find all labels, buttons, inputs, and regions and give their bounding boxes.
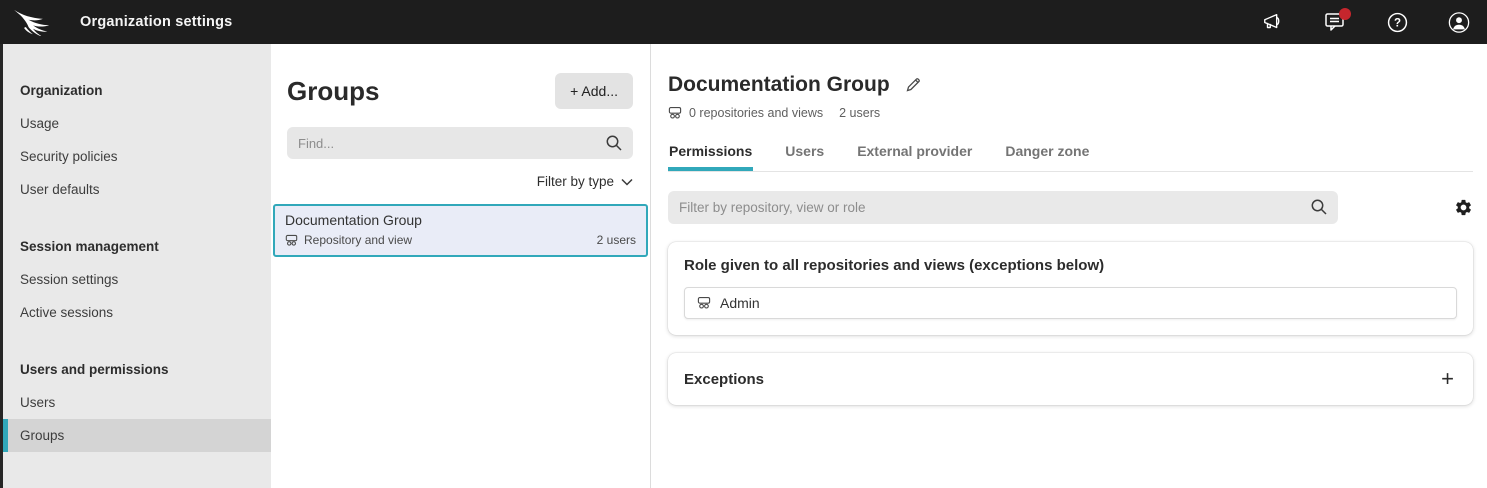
exceptions-card: Exceptions + <box>668 353 1473 405</box>
default-role-card: Role given to all repositories and views… <box>668 242 1473 335</box>
tab-danger-zone[interactable]: Danger zone <box>1004 138 1090 171</box>
notification-dot <box>1339 8 1351 20</box>
search-icon <box>605 134 623 157</box>
filter-by-type-dropdown[interactable]: Filter by type <box>287 174 633 189</box>
group-detail-tabs: Permissions Users External provider Dang… <box>668 138 1473 172</box>
sidebar-section-organization: Organization Usage Security policies Use… <box>3 74 271 206</box>
group-detail-panel: Documentation Group 0 repositories and v… <box>652 44 1487 488</box>
sidebar-item-security-policies[interactable]: Security policies <box>3 140 271 173</box>
tab-permissions[interactable]: Permissions <box>668 138 753 171</box>
repository-and-view-icon <box>285 234 298 247</box>
tab-external-provider[interactable]: External provider <box>856 138 973 171</box>
groups-list-panel: Groups + Add... Filter by type Documenta… <box>271 44 651 488</box>
group-list-item[interactable]: Documentation Group Repository and view … <box>273 204 648 257</box>
edit-group-name-icon[interactable] <box>905 77 921 93</box>
group-search <box>287 127 633 159</box>
group-find-input[interactable] <box>287 127 633 159</box>
groups-panel-title: Groups <box>287 76 379 107</box>
user-avatar-icon[interactable] <box>1448 11 1470 33</box>
add-exception-button[interactable]: + <box>1438 370 1457 388</box>
group-repositories-count: 0 repositories and views <box>689 106 823 120</box>
tab-users[interactable]: Users <box>784 138 825 171</box>
help-icon[interactable]: ? <box>1386 11 1408 33</box>
role-select[interactable]: Admin <box>684 287 1457 319</box>
sidebar-section-users-permissions: Users and permissions Users Groups <box>3 353 271 452</box>
default-role-heading: Role given to all repositories and views… <box>684 257 1457 274</box>
svg-text:?: ? <box>1393 17 1400 29</box>
crowdstrike-logo-icon[interactable] <box>13 8 55 36</box>
section-title: Users and permissions <box>3 353 271 386</box>
topbar-actions: ? <box>1262 11 1487 33</box>
permissions-filter <box>668 191 1338 224</box>
sidebar-section-session-management: Session management Session settings Acti… <box>3 230 271 329</box>
chevron-down-icon <box>621 178 633 186</box>
page-title: Organization settings <box>80 14 232 30</box>
feedback-chat-icon[interactable] <box>1324 11 1346 33</box>
group-detail-title: Documentation Group <box>668 73 890 97</box>
sidebar-item-user-defaults[interactable]: User defaults <box>3 173 271 206</box>
search-icon <box>1310 198 1328 221</box>
permissions-filter-input[interactable] <box>668 191 1338 224</box>
group-user-count: 2 users <box>597 233 636 247</box>
sidebar-item-active-sessions[interactable]: Active sessions <box>3 296 271 329</box>
settings-sidebar: Organization Usage Security policies Use… <box>3 44 271 488</box>
filter-by-type-label: Filter by type <box>537 174 614 189</box>
group-type: Repository and view <box>304 233 412 247</box>
sidebar-item-users[interactable]: Users <box>3 386 271 419</box>
exceptions-heading: Exceptions <box>684 371 764 388</box>
add-group-button[interactable]: + Add... <box>555 73 633 109</box>
repository-and-view-icon <box>668 106 682 120</box>
group-users-count: 2 users <box>839 106 880 120</box>
announcements-icon[interactable] <box>1262 11 1284 33</box>
section-title: Organization <box>3 74 271 107</box>
section-title: Session management <box>3 230 271 263</box>
role-select-value: Admin <box>720 295 760 311</box>
sidebar-item-usage[interactable]: Usage <box>3 107 271 140</box>
sidebar-item-session-settings[interactable]: Session settings <box>3 263 271 296</box>
repository-and-view-icon <box>697 296 711 310</box>
sidebar-item-groups[interactable]: Groups <box>3 419 271 452</box>
group-name: Documentation Group <box>285 212 636 228</box>
gear-icon[interactable] <box>1454 198 1473 217</box>
top-bar: Organization settings ? <box>0 0 1487 44</box>
